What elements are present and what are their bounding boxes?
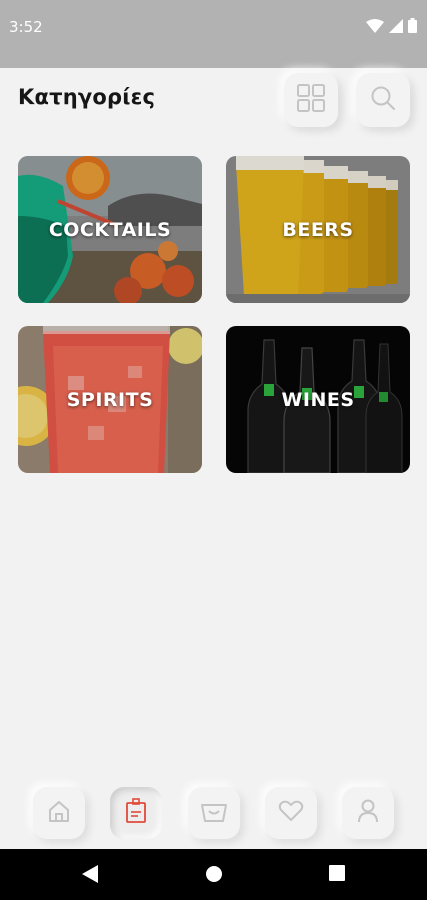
- grid-view-button[interactable]: [284, 73, 338, 127]
- search-button[interactable]: [356, 73, 410, 127]
- signal-icon: [389, 18, 403, 37]
- status-bar: 3:52: [0, 0, 427, 68]
- category-label: WINES: [281, 388, 355, 411]
- category-label: COCKTAILS: [48, 218, 172, 241]
- page-title: Κατηγορίες: [18, 85, 156, 109]
- category-card-wines[interactable]: WINES: [226, 326, 410, 473]
- grid-icon: [296, 83, 326, 117]
- system-nav-bar: [0, 849, 427, 900]
- home-circle-icon[interactable]: [205, 865, 223, 887]
- category-card-beers[interactable]: BEERS: [226, 156, 410, 303]
- nav-cart-button[interactable]: [188, 787, 240, 839]
- recents-icon[interactable]: [329, 865, 345, 885]
- category-card-cocktails[interactable]: COCKTAILS: [18, 156, 202, 303]
- battery-icon: [408, 17, 417, 37]
- nav-profile-button[interactable]: [342, 787, 394, 839]
- nav-home-button[interactable]: [33, 787, 85, 839]
- shopping-bag-icon: [200, 799, 228, 827]
- nav-favorites-button[interactable]: [265, 787, 317, 839]
- category-label: SPIRITS: [66, 388, 154, 411]
- wifi-icon: [366, 18, 384, 37]
- heart-icon: [278, 799, 304, 827]
- categories-icon: [124, 798, 148, 828]
- status-icons: [366, 17, 417, 37]
- search-icon: [369, 84, 397, 116]
- category-card-spirits[interactable]: SPIRITS: [18, 326, 202, 473]
- user-icon: [356, 798, 380, 828]
- back-icon[interactable]: [82, 865, 98, 887]
- status-time: 3:52: [9, 18, 43, 36]
- home-icon: [46, 798, 72, 828]
- nav-categories-button[interactable]: [110, 787, 162, 839]
- category-label: BEERS: [282, 218, 354, 241]
